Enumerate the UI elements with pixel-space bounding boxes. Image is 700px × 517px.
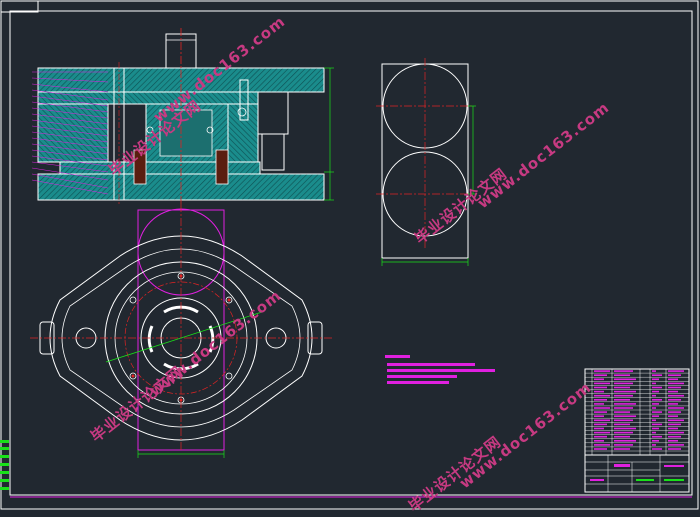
parts-list-cell-mark [652, 407, 656, 409]
parts-list-cell-mark [652, 390, 659, 393]
parts-list-cell-mark [668, 403, 678, 405]
parts-list-cell-mark [594, 407, 610, 409]
parts-list-cell-mark [652, 386, 662, 389]
parts-list-cell-mark [668, 386, 681, 389]
parts-list-cell-mark [652, 378, 659, 381]
parts-list-cell-mark [594, 440, 604, 442]
parts-list-cell-mark [668, 378, 678, 381]
parts-list-cell-mark [668, 431, 684, 434]
parts-list-cell-mark [594, 370, 610, 372]
parts-list-cell-mark [614, 407, 633, 409]
parts-list-cell-mark [614, 444, 633, 446]
parts-list-cell-mark [668, 370, 684, 372]
parts-list-cell-mark [614, 386, 630, 389]
parts-list-cell-mark [668, 374, 681, 376]
parts-list-cell-mark [652, 427, 659, 430]
parts-list-cell-mark [594, 427, 604, 430]
parts-list-cell-mark [652, 423, 662, 426]
parts-list-cell-mark [594, 382, 610, 385]
parts-list-cell-mark [668, 423, 681, 426]
parts-list-cell-mark [594, 415, 604, 417]
parts-list-cell-mark [668, 407, 684, 409]
parts-list-cell-mark [594, 423, 607, 426]
parts-list-cell-mark [614, 399, 630, 401]
parts-list-cell-mark [614, 440, 636, 442]
parts-list-cell-mark [652, 419, 656, 422]
parts-list-cell-mark [594, 419, 610, 422]
parts-list-cell-mark [652, 440, 659, 442]
parts-list-cell-mark [668, 411, 681, 413]
parts-list [584, 368, 690, 456]
technical-notes [385, 355, 495, 384]
parts-list-cell-mark [614, 382, 633, 385]
parts-list-cell-mark [594, 390, 604, 393]
parts-list-cell-mark [594, 399, 607, 401]
parts-list-cell-mark [614, 370, 633, 372]
parts-list-cell-mark [594, 444, 610, 446]
parts-list-cell-mark [668, 448, 681, 450]
parts-list-cell-mark [652, 399, 662, 401]
parts-list-cell-mark [668, 399, 681, 401]
parts-list-cell-mark [668, 419, 684, 422]
parts-list-cell-mark [614, 427, 636, 430]
parts-list-cell-mark [668, 415, 678, 417]
parts-list-cell-mark [668, 382, 684, 385]
parts-list-cell-mark [594, 386, 607, 389]
parts-list-cell-mark [614, 394, 633, 397]
parts-list-cell-mark [614, 448, 630, 450]
parts-list-cell-mark [668, 427, 678, 430]
parts-list-cell-mark [614, 423, 630, 426]
parts-list-cell-mark [594, 394, 610, 397]
parts-list-cell-mark [614, 419, 633, 422]
parts-list-cell-mark [614, 415, 636, 417]
parts-list-cell-mark [652, 374, 662, 376]
plan-view [30, 204, 332, 458]
parts-list-cell-mark [652, 382, 656, 385]
parts-list-cell-mark [652, 394, 656, 397]
parts-list-cell-mark [594, 435, 607, 438]
parts-list-cell-mark [668, 390, 678, 393]
parts-list-cell-mark [668, 440, 678, 442]
parts-list-cell-mark [614, 411, 630, 413]
parts-list-cell-mark [652, 415, 659, 417]
parts-list-cell-mark [594, 448, 607, 450]
parts-list-cell-mark [668, 394, 684, 397]
parts-list-cell-mark [652, 444, 656, 446]
parts-list-cell-mark [614, 378, 636, 381]
parts-list-cell-mark [594, 431, 610, 434]
parts-list-cell-mark [652, 431, 656, 434]
parts-list-cell-mark [594, 378, 604, 381]
parts-list-cell-mark [652, 448, 662, 450]
parts-list-cell-mark [594, 411, 607, 413]
parts-list-cell-mark [668, 444, 684, 446]
parts-list-cell-mark [614, 374, 630, 376]
parts-list-cell-mark [652, 435, 662, 438]
parts-list-cell-mark [614, 403, 636, 405]
parts-list-cell-mark [652, 370, 656, 372]
parts-list-cell-mark [652, 411, 662, 413]
parts-list-cell-mark [614, 390, 636, 393]
parts-list-cell-mark [652, 403, 659, 405]
title-block [584, 454, 690, 493]
parts-list-cell-mark [614, 435, 630, 438]
parts-list-cell-mark [594, 374, 607, 376]
parts-list-cell-mark [594, 403, 604, 405]
parts-list-cell-mark [614, 431, 633, 434]
parts-list-cell-mark [668, 435, 681, 438]
